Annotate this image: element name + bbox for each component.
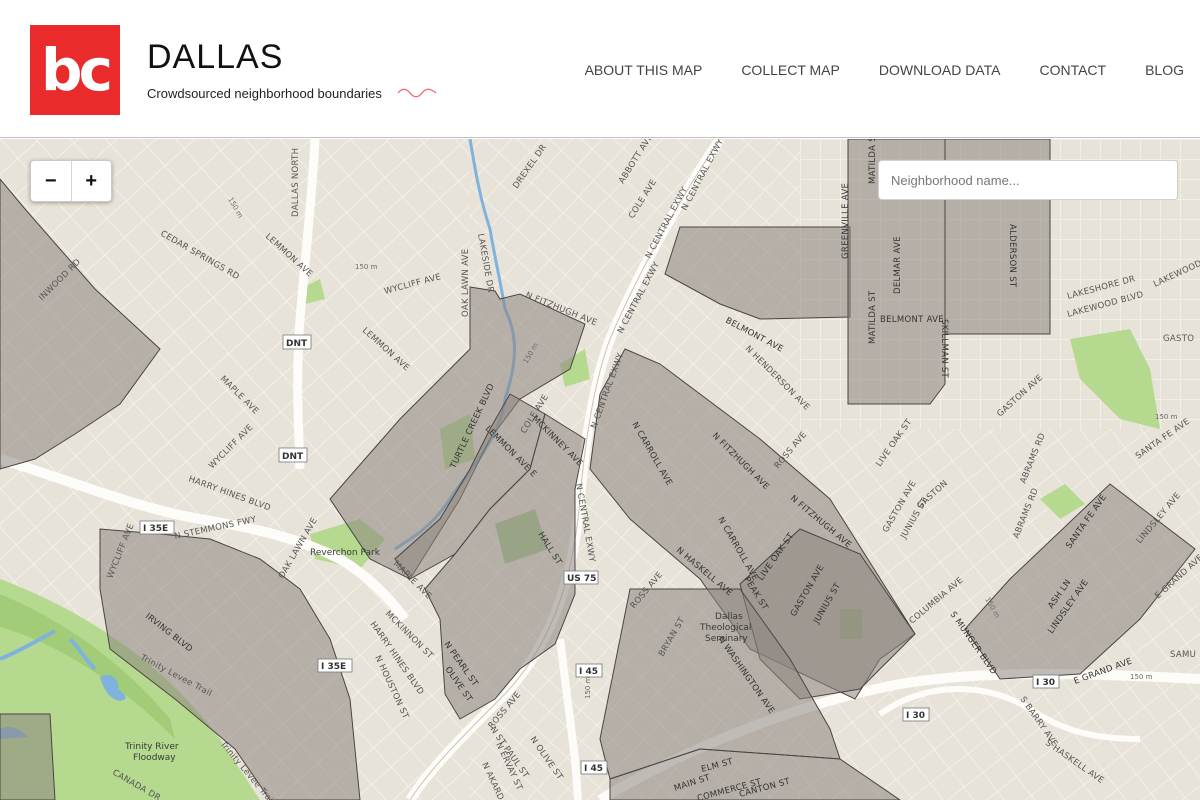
shield-i30-2: I 30 <box>902 707 930 722</box>
street-label-matilda-1: MATILDA ST <box>868 139 878 184</box>
svg-text:US 75: US 75 <box>567 574 596 584</box>
place-label-seminary-3: Seminary <box>705 634 748 644</box>
scale-label-5: 150 m <box>1130 673 1153 681</box>
neighborhood-west-bottom[interactable] <box>0 713 56 800</box>
street-label-samu: SAMU <box>1170 650 1196 660</box>
street-label-dallas-north: DALLAS NORTH <box>291 148 301 217</box>
svg-text:I 30: I 30 <box>906 711 925 721</box>
map-canvas[interactable]: 150 m 150 m 150 m 150 m 150 m 150 m 150 … <box>0 139 1200 800</box>
street-label-gasto: GASTO <box>1163 334 1194 344</box>
svg-text:DNT: DNT <box>286 339 308 349</box>
nav-blog[interactable]: BLOG <box>1145 62 1184 78</box>
svg-text:I 45: I 45 <box>584 764 603 774</box>
zoom-in-button[interactable]: + <box>72 161 112 201</box>
svg-text:I 35E: I 35E <box>143 524 168 534</box>
site-header: bc DALLAS Crowdsourced neighborhood boun… <box>0 0 1200 138</box>
nav-collect-map[interactable]: COLLECT MAP <box>741 62 840 78</box>
svg-text:DNT: DNT <box>282 452 304 462</box>
site-logo[interactable]: bc <box>30 25 120 115</box>
neighborhood-search-input[interactable] <box>878 160 1178 200</box>
shield-us75: US 75 <box>563 570 599 585</box>
place-label-reverchon: Reverchon Park <box>310 548 381 558</box>
site-title[interactable]: DALLAS <box>147 38 283 77</box>
zoom-in-icon: + <box>85 169 98 192</box>
street-label-delmar: DELMAR AVE <box>893 236 903 294</box>
street-label-greenville: GREENVILLE AVE <box>841 183 851 259</box>
nav-contact[interactable]: CONTACT <box>1039 62 1106 78</box>
zoom-out-button[interactable]: − <box>31 161 72 201</box>
main-nav: ABOUT THIS MAP COLLECT MAP DOWNLOAD DATA… <box>546 62 1184 78</box>
nav-download-data[interactable]: DOWNLOAD DATA <box>879 62 1001 78</box>
street-label-matilda-2: MATILDA ST <box>868 290 878 344</box>
street-label-alderson: ALDERSON ST <box>1007 224 1017 288</box>
shield-dnt-1: DNT <box>282 334 312 350</box>
street-label-oak-lawn-1: OAK LAWN AVE <box>461 249 471 317</box>
scale-label-2: 150 m <box>355 263 378 271</box>
shield-i35e-2: I 35E <box>317 658 353 673</box>
svg-text:I 45: I 45 <box>579 667 598 677</box>
zoom-control: − + <box>30 160 112 202</box>
svg-text:I 30: I 30 <box>1036 678 1055 688</box>
squiggle-decoration-icon <box>397 88 437 98</box>
shield-i30-1: I 30 <box>1032 674 1060 689</box>
map-view[interactable]: 150 m 150 m 150 m 150 m 150 m 150 m 150 … <box>0 139 1200 800</box>
site-tagline: Crowdsourced neighborhood boundaries <box>147 86 382 101</box>
street-label-skillman: SKILLMAN ST <box>939 319 949 379</box>
place-label-floodway-1: Trinity River <box>124 742 179 752</box>
street-label-belmont-2: BELMONT AVE <box>880 315 944 325</box>
shield-i45-2: I 45 <box>580 760 608 775</box>
place-label-seminary-2: Theological <box>699 623 751 633</box>
place-label-floodway-2: Floodway <box>133 753 176 763</box>
shield-dnt-2: DNT <box>278 447 308 463</box>
nav-about[interactable]: ABOUT THIS MAP <box>585 62 703 78</box>
scale-label-6: 150 m <box>584 676 592 699</box>
scale-label-4: 150 m <box>1155 413 1178 421</box>
shield-i35e-1: I 35E <box>139 520 175 535</box>
svg-text:I 35E: I 35E <box>321 662 346 672</box>
place-label-seminary-1: Dallas <box>715 612 743 622</box>
shield-i45-1: I 45 <box>575 663 603 678</box>
zoom-out-icon: − <box>44 169 57 192</box>
